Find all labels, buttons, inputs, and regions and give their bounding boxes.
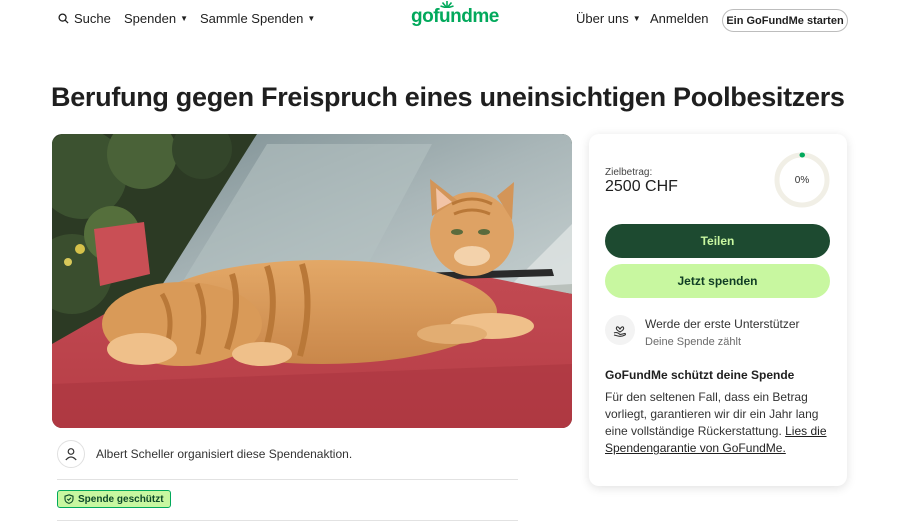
share-button[interactable]: Teilen bbox=[605, 224, 830, 258]
sprout-icon bbox=[440, 1, 454, 8]
guarantee-title: GoFundMe schützt deine Spende bbox=[605, 368, 795, 382]
donate-now-button[interactable]: Jetzt spenden bbox=[605, 264, 830, 298]
donate-menu-label: Spenden bbox=[124, 11, 177, 26]
search-link[interactable]: Suche bbox=[58, 11, 111, 26]
page-title: Berufung gegen Freispruch eines uneinsic… bbox=[51, 82, 845, 112]
supporter-icon-wrap bbox=[605, 315, 635, 345]
avatar bbox=[57, 440, 85, 468]
goal-label: Zielbetrag: bbox=[605, 167, 653, 178]
chevron-down-icon: ▼ bbox=[307, 14, 316, 23]
guarantee-text: Für den seltenen Fall, dass ein Betrag v… bbox=[605, 389, 835, 457]
search-label: Suche bbox=[74, 11, 111, 26]
protected-badge[interactable]: Spende geschützt bbox=[57, 490, 171, 508]
about-menu-label: Über uns bbox=[576, 11, 629, 26]
shield-icon bbox=[64, 494, 74, 504]
first-supporter-row: Werde der erste Unterstützer Deine Spend… bbox=[605, 315, 800, 348]
logo-text-u: u bbox=[439, 1, 454, 28]
user-icon bbox=[65, 448, 77, 461]
chevron-down-icon: ▼ bbox=[180, 14, 188, 23]
start-gofundme-button[interactable]: Ein GoFundMe starten bbox=[722, 9, 848, 32]
organizer-row: Albert Scheller organisiert diese Spende… bbox=[57, 440, 352, 468]
divider bbox=[57, 520, 518, 521]
protected-badge-label: Spende geschützt bbox=[78, 493, 164, 505]
search-icon bbox=[58, 13, 69, 24]
login-link[interactable]: Anmelden bbox=[650, 11, 709, 26]
collect-menu[interactable]: Sammle Spenden ▼ bbox=[200, 11, 315, 26]
donation-card: Zielbetrag: 2500 CHF 0% Teilen Jetzt spe… bbox=[589, 134, 847, 486]
cat-on-car-photo bbox=[52, 134, 572, 428]
about-menu[interactable]: Über uns ▼ bbox=[576, 11, 641, 26]
donate-menu[interactable]: Spenden ▼ bbox=[124, 11, 188, 26]
organizer-text: Albert Scheller organisiert diese Spende… bbox=[96, 447, 353, 461]
top-navigation: Suche Spenden ▼ Sammle Spenden ▼ gof u n… bbox=[0, 0, 900, 40]
divider bbox=[57, 479, 518, 480]
supporter-title: Werde der erste Unterstützer bbox=[645, 317, 800, 331]
campaign-hero-image bbox=[52, 134, 572, 428]
heart-hand-icon bbox=[613, 326, 627, 337]
login-label: Anmelden bbox=[650, 11, 709, 26]
chevron-down-icon: ▼ bbox=[632, 14, 641, 23]
collect-menu-label: Sammle Spenden bbox=[200, 11, 304, 26]
supporter-subtitle: Deine Spende zählt bbox=[645, 336, 742, 348]
gofundme-logo[interactable]: gof u ndme bbox=[411, 1, 499, 28]
progress-percent: 0% bbox=[794, 174, 810, 186]
logo-text-ndme: ndme bbox=[450, 6, 499, 27]
goal-amount: 2500 CHF bbox=[605, 178, 678, 195]
logo-text-go: gof bbox=[411, 6, 440, 27]
